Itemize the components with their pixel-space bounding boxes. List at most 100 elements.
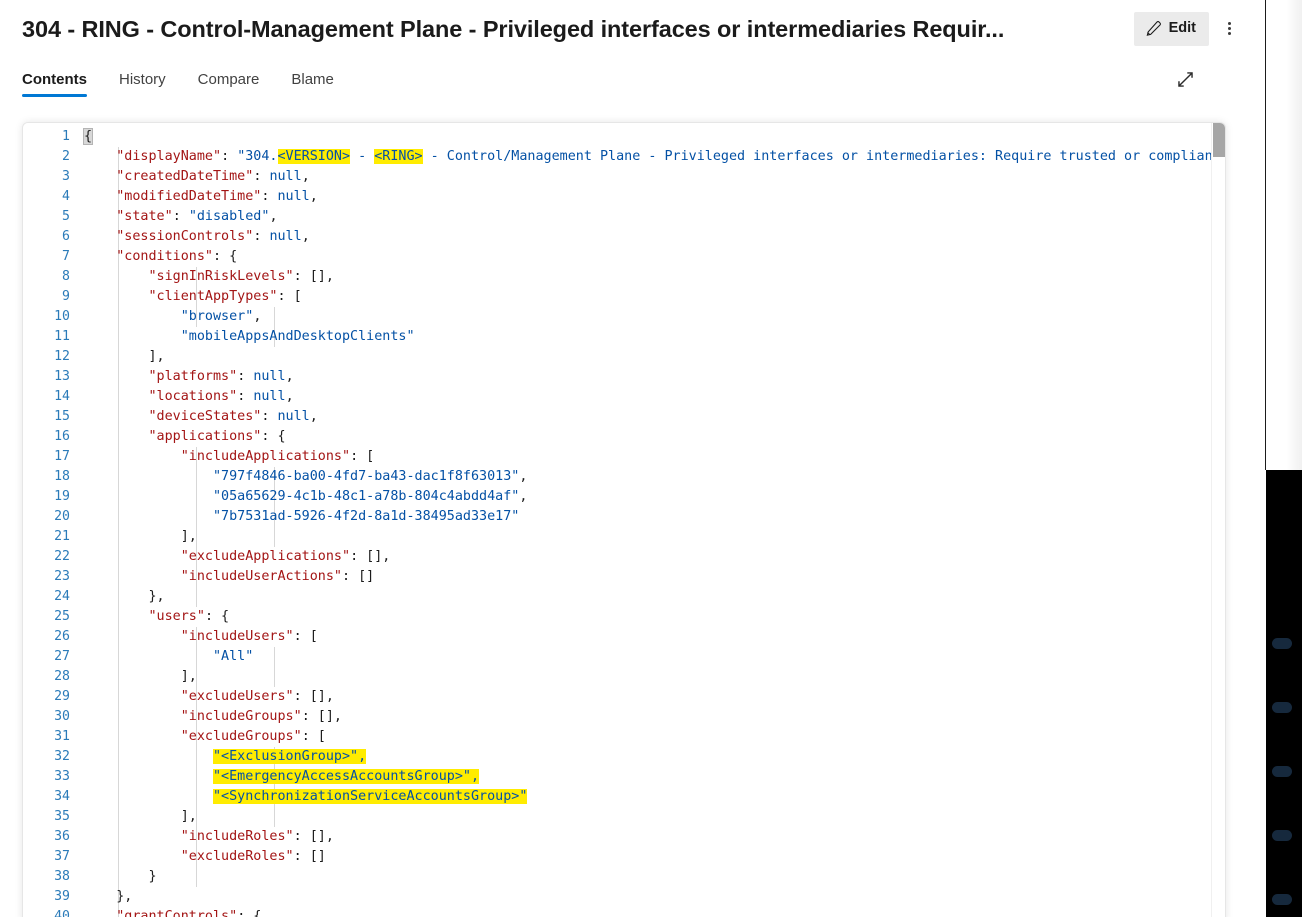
- code-token: "includeUserActions": [180, 569, 342, 584]
- code-token: "includeUsers": [180, 629, 294, 644]
- rail-item[interactable]: [1272, 830, 1292, 841]
- tab-blame[interactable]: Blame: [281, 57, 344, 99]
- code-token: : {: [204, 609, 230, 624]
- code-token: : {: [237, 909, 262, 917]
- content-column: 304 - RING - Control-Management Plane - …: [0, 0, 1263, 917]
- page-title: 304 - RING - Control-Management Plane - …: [22, 15, 1005, 42]
- expand-button[interactable]: [1169, 63, 1201, 95]
- tab-compare[interactable]: Compare: [188, 57, 270, 99]
- right-app-rail[interactable]: [1266, 470, 1302, 917]
- code-line: 21 ],: [23, 527, 1225, 547]
- code-line-text: "state": "disabled",: [81, 207, 1225, 227]
- code-vertical-scrollbar[interactable]: [1211, 123, 1225, 917]
- code-line-text: {: [81, 127, 1225, 147]
- code-scroll-area[interactable]: 1{2 "displayName": "304.<VERSION> - <RIN…: [23, 123, 1225, 917]
- code-line: 37 "excludeRoles": []: [23, 847, 1225, 867]
- code-token: :: [261, 409, 278, 424]
- tab-contents[interactable]: Contents: [12, 57, 97, 99]
- code-scrollbar-thumb[interactable]: [1213, 123, 1225, 157]
- line-number: 7: [62, 249, 70, 264]
- code-line-text: "displayName": "304.<VERSION> - <RING> -…: [81, 147, 1225, 167]
- code-token: "excludeRoles": [180, 849, 294, 864]
- code-line-text: "conditions": {: [81, 247, 1225, 267]
- code-token: "deviceStates": [148, 409, 262, 424]
- line-number: 12: [54, 349, 70, 364]
- code-token: null: [269, 169, 302, 184]
- line-number: 36: [54, 829, 70, 844]
- code-line: 25 "users": {: [23, 607, 1225, 627]
- code-line: 34 "<SynchronizationServiceAccountsGroup…: [23, 787, 1225, 807]
- code-line-text: "sessionControls": null,: [81, 227, 1225, 247]
- line-number: 1: [62, 129, 70, 144]
- tab-history[interactable]: History: [109, 57, 176, 99]
- code-token-highlighted: <RING>: [374, 149, 423, 164]
- code-line-text: },: [81, 587, 1225, 607]
- code-line: 11 "mobileAppsAndDesktopClients": [23, 327, 1225, 347]
- code-line-text: "All": [81, 647, 1225, 667]
- code-line-text: "locations": null,: [81, 387, 1225, 407]
- page-header: 304 - RING - Control-Management Plane - …: [0, 0, 1263, 57]
- line-number: 24: [54, 589, 70, 604]
- code-line-text: "clientAppTypes": [: [81, 287, 1225, 307]
- code-token: "platforms": [148, 369, 238, 384]
- tab-contents-label: Contents: [22, 70, 87, 88]
- code-line-text: },: [81, 887, 1225, 907]
- code-token: "excludeUsers": [180, 689, 294, 704]
- code-token: "state": [116, 209, 173, 224]
- code-line-text: "createdDateTime": null,: [81, 167, 1225, 187]
- code-line: 30 "includeGroups": [],: [23, 707, 1225, 727]
- rail-item[interactable]: [1272, 894, 1292, 905]
- code-token: "browser": [180, 309, 254, 324]
- line-number: 11: [54, 329, 70, 344]
- code-line-text: "05a65629-4c1b-48c1-a78b-804c4abdd4af",: [81, 487, 1225, 507]
- rail-item[interactable]: [1272, 638, 1292, 649]
- code-token: "All": [213, 649, 254, 664]
- code-line: 10 "browser",: [23, 307, 1225, 327]
- line-number: 9: [62, 289, 70, 304]
- code-token: "includeApplications": [180, 449, 351, 464]
- code-token: null: [277, 409, 310, 424]
- code-line: 6 "sessionControls": null,: [23, 227, 1225, 247]
- pencil-icon: [1145, 20, 1162, 37]
- code-token: null: [269, 229, 302, 244]
- line-number: 40: [54, 909, 70, 917]
- rail-item[interactable]: [1272, 702, 1292, 713]
- line-number: 16: [54, 429, 70, 444]
- code-token: "mobileAppsAndDesktopClients": [180, 329, 415, 344]
- code-line: 16 "applications": {: [23, 427, 1225, 447]
- code-token: "applications": [148, 429, 262, 444]
- code-line: 1{: [23, 127, 1225, 147]
- rail-item[interactable]: [1272, 766, 1292, 777]
- more-actions-button[interactable]: [1213, 12, 1245, 46]
- code-line: 14 "locations": null,: [23, 387, 1225, 407]
- code-token: : [: [301, 729, 326, 744]
- code-line-text: "modifiedDateTime": null,: [81, 187, 1225, 207]
- code-token: }: [84, 869, 157, 884]
- code-line-text: }: [81, 867, 1225, 887]
- line-number: 14: [54, 389, 70, 404]
- code-line: 36 "includeRoles": [],: [23, 827, 1225, 847]
- code-token: :: [221, 149, 238, 164]
- code-line-text: "includeGroups": [],: [81, 707, 1225, 727]
- line-number: 30: [54, 709, 70, 724]
- edit-button[interactable]: Edit: [1133, 11, 1209, 46]
- code-token: "excludeGroups": [180, 729, 302, 744]
- code-line-text: "797f4846-ba00-4fd7-ba43-dac1f8f63013",: [81, 467, 1225, 487]
- code-line: 3 "createdDateTime": null,: [23, 167, 1225, 187]
- code-token: :: [253, 229, 270, 244]
- code-line-text: ],: [81, 807, 1225, 827]
- line-number: 10: [54, 309, 70, 324]
- line-number: 3: [62, 169, 70, 184]
- line-number: 25: [54, 609, 70, 624]
- code-token: "conditions": [116, 249, 213, 264]
- code-token: "locations": [148, 389, 238, 404]
- code-token: : [],: [301, 709, 342, 724]
